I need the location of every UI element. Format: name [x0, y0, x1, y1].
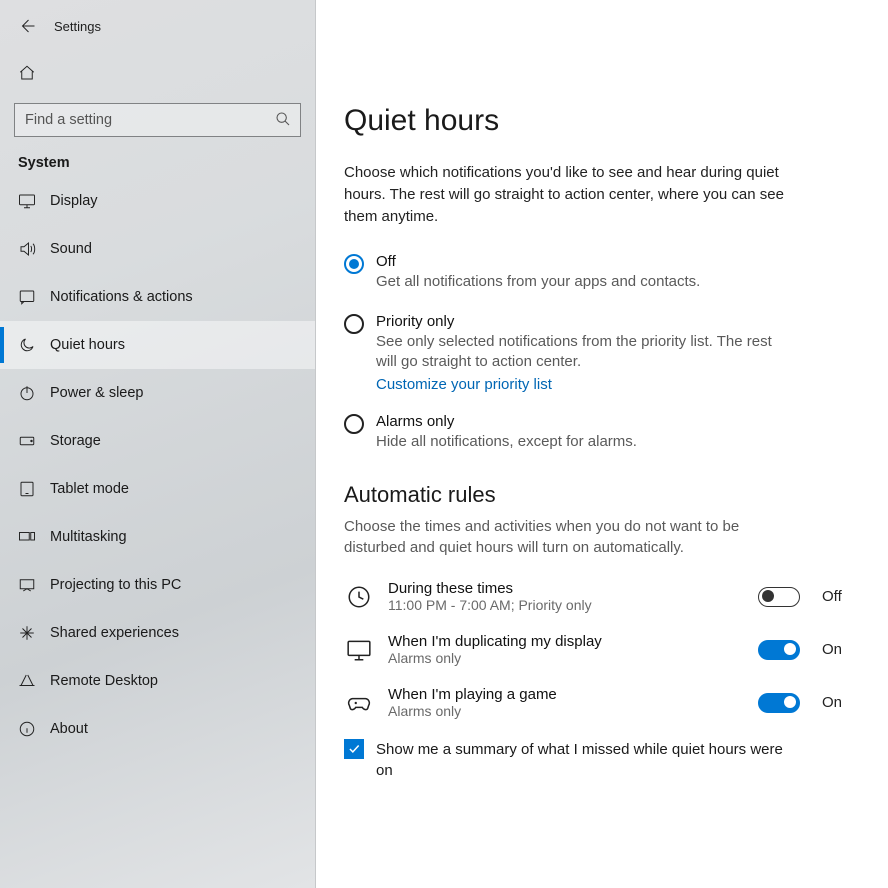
radio-description: See only selected notifications from the…	[376, 332, 786, 373]
search-input[interactable]	[14, 103, 301, 137]
sidebar-item-power[interactable]: Power & sleep	[0, 369, 315, 417]
sidebar-item-label: Projecting to this PC	[50, 577, 181, 593]
rules-heading: Automatic rules	[344, 482, 854, 508]
rule-playing-game[interactable]: When I'm playing a game Alarms only On	[344, 686, 854, 719]
sidebar-item-label: Shared experiences	[50, 625, 179, 641]
storage-icon	[18, 432, 36, 450]
home-icon[interactable]	[18, 64, 36, 82]
sidebar-item-label: Power & sleep	[50, 385, 144, 401]
sidebar-item-display[interactable]: Display	[0, 177, 315, 225]
quiet-hours-mode-radios: Off Get all notifications from your apps…	[344, 253, 854, 452]
customize-priority-link[interactable]: Customize your priority list	[376, 376, 552, 393]
rule-times-toggle[interactable]	[758, 587, 800, 607]
clock-icon	[344, 582, 374, 612]
radio-description: Get all notifications from your apps and…	[376, 272, 700, 292]
page-intro: Choose which notifications you'd like to…	[344, 162, 784, 227]
sidebar-item-sound[interactable]: Sound	[0, 225, 315, 273]
radio-indicator	[344, 314, 364, 334]
sidebar-item-label: Tablet mode	[50, 481, 129, 497]
projecting-icon	[18, 576, 36, 594]
about-icon	[18, 720, 36, 738]
sidebar-item-tablet[interactable]: Tablet mode	[0, 465, 315, 513]
quiet-hours-icon	[18, 336, 36, 354]
rule-title: When I'm duplicating my display	[388, 633, 744, 650]
multitasking-icon	[18, 528, 36, 546]
sidebar-item-label: Display	[50, 193, 98, 209]
sidebar-item-label: Remote Desktop	[50, 673, 158, 689]
rule-game-toggle[interactable]	[758, 693, 800, 713]
summary-checkbox-row[interactable]: Show me a summary of what I missed while…	[344, 739, 784, 781]
sidebar-item-label: Quiet hours	[50, 337, 125, 353]
sidebar: Settings System Display Sound	[0, 0, 316, 888]
toggle-state: On	[822, 694, 854, 711]
radio-alarms-only[interactable]: Alarms only Hide all notifications, exce…	[344, 413, 854, 452]
search-icon[interactable]	[275, 111, 291, 132]
rule-duplicating-toggle[interactable]	[758, 640, 800, 660]
rule-subtitle: 11:00 PM - 7:00 AM; Priority only	[388, 597, 744, 613]
sidebar-item-about[interactable]: About	[0, 705, 315, 753]
toggle-state: On	[822, 641, 854, 658]
rule-title: When I'm playing a game	[388, 686, 744, 703]
radio-off[interactable]: Off Get all notifications from your apps…	[344, 253, 854, 292]
gamepad-icon	[344, 688, 374, 718]
sidebar-item-shared[interactable]: Shared experiences	[0, 609, 315, 657]
radio-label: Alarms only	[376, 413, 637, 430]
category-heading: System	[0, 153, 315, 177]
radio-label: Off	[376, 253, 700, 270]
display-icon	[18, 192, 36, 210]
sidebar-item-label: Storage	[50, 433, 101, 449]
shared-icon	[18, 624, 36, 642]
radio-label: Priority only	[376, 313, 786, 330]
radio-priority-only[interactable]: Priority only See only selected notifica…	[344, 313, 854, 394]
rule-subtitle: Alarms only	[388, 703, 744, 719]
sidebar-item-storage[interactable]: Storage	[0, 417, 315, 465]
page-title: Quiet hours	[344, 104, 854, 138]
sound-icon	[18, 240, 36, 258]
rules-intro: Choose the times and activities when you…	[344, 516, 764, 558]
nav-list: Display Sound Notifications & actions Qu…	[0, 177, 315, 753]
summary-checkbox[interactable]	[344, 739, 364, 759]
tablet-icon	[18, 480, 36, 498]
radio-indicator	[344, 254, 364, 274]
main-content: Quiet hours Choose which notifications y…	[316, 0, 888, 888]
rule-duplicating-display[interactable]: When I'm duplicating my display Alarms o…	[344, 633, 854, 666]
radio-indicator	[344, 414, 364, 434]
radio-description: Hide all notifications, except for alarm…	[376, 432, 637, 452]
sidebar-item-projecting[interactable]: Projecting to this PC	[0, 561, 315, 609]
sidebar-item-quiet-hours[interactable]: Quiet hours	[0, 321, 315, 369]
sidebar-item-remote[interactable]: Remote Desktop	[0, 657, 315, 705]
monitor-icon	[344, 635, 374, 665]
sidebar-item-multitasking[interactable]: Multitasking	[0, 513, 315, 561]
toggle-state: Off	[822, 588, 854, 605]
window-title: Settings	[54, 19, 101, 34]
sidebar-item-label: About	[50, 721, 88, 737]
sidebar-item-notifications[interactable]: Notifications & actions	[0, 273, 315, 321]
sidebar-item-label: Sound	[50, 241, 92, 257]
sidebar-item-label: Notifications & actions	[50, 289, 193, 305]
notifications-icon	[18, 288, 36, 306]
rule-title: During these times	[388, 580, 744, 597]
back-icon[interactable]	[18, 17, 36, 35]
summary-checkbox-label: Show me a summary of what I missed while…	[376, 739, 784, 781]
power-icon	[18, 384, 36, 402]
sidebar-item-label: Multitasking	[50, 529, 127, 545]
rule-during-times[interactable]: During these times 11:00 PM - 7:00 AM; P…	[344, 580, 854, 613]
remote-icon	[18, 672, 36, 690]
rule-subtitle: Alarms only	[388, 650, 744, 666]
